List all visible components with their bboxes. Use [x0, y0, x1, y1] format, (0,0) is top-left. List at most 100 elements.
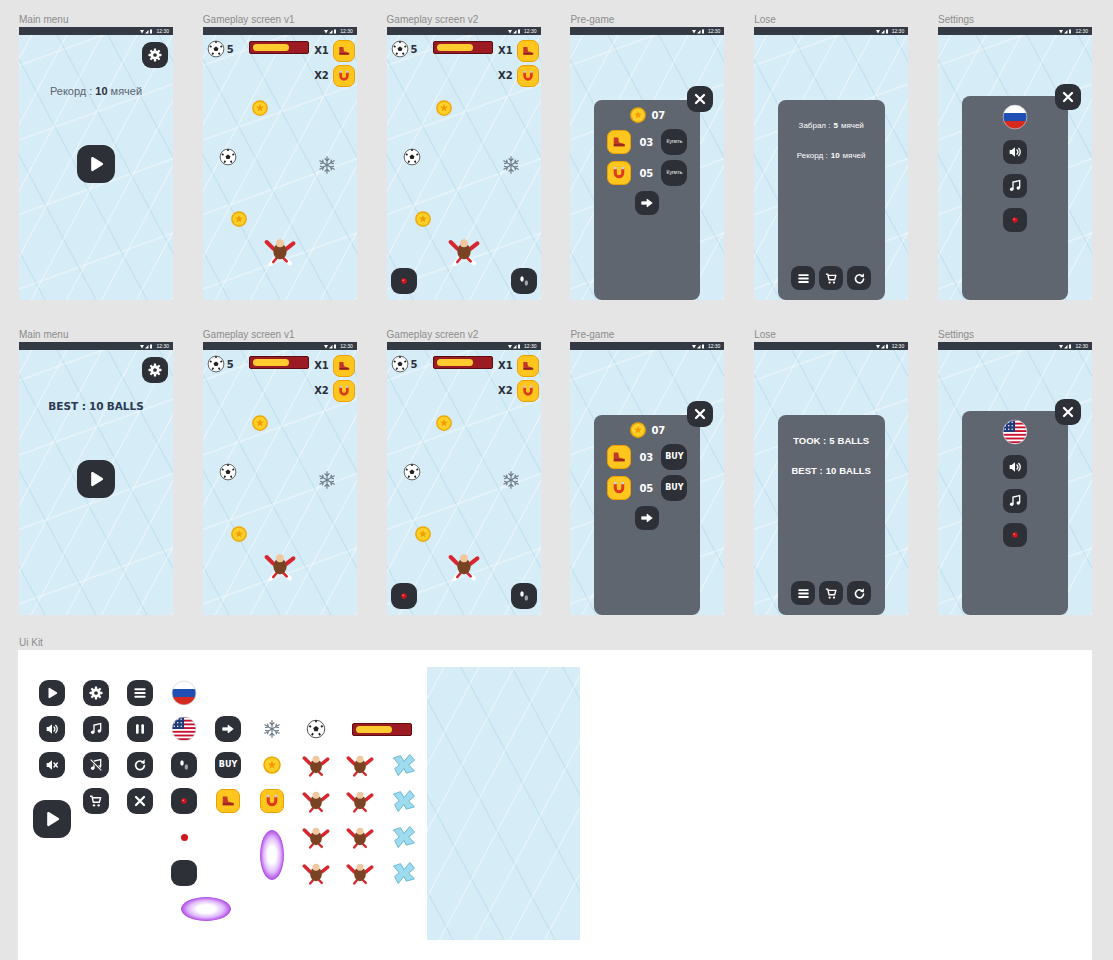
menu-button[interactable] [791, 266, 815, 290]
boost-row: 05BUY [607, 475, 687, 501]
control-button[interactable] [1003, 208, 1027, 232]
run-button[interactable] [511, 583, 537, 609]
kit-play-button[interactable] [39, 680, 65, 706]
multiplier-label: X1 [498, 360, 513, 372]
restart-button[interactable] [847, 581, 871, 605]
language-button[interactable] [1002, 419, 1028, 445]
kit-pause-button[interactable] [127, 716, 153, 742]
game-coin [414, 206, 432, 230]
kit-feet-button[interactable] [171, 752, 197, 778]
kit-cart-button[interactable] [83, 788, 109, 814]
close-button[interactable] [687, 86, 713, 112]
kick-button[interactable] [391, 583, 417, 609]
close-button[interactable] [1055, 399, 1081, 425]
play-button[interactable] [77, 145, 115, 183]
coin-count: 07 [651, 108, 665, 123]
player-icon [448, 234, 480, 266]
kit-sound-button[interactable] [39, 716, 65, 742]
ball-count: 5 [411, 42, 418, 57]
kit-label: Ui Kit [19, 636, 1113, 650]
status-time: 12:30 [892, 27, 905, 35]
multiplier-label: X1 [314, 45, 329, 57]
close-button[interactable] [1055, 84, 1081, 110]
music-button[interactable] [1003, 489, 1027, 513]
kit-menu-button[interactable] [127, 680, 153, 706]
phone-screen: 12:305X1X2 [203, 27, 357, 300]
menu-button[interactable] [791, 581, 815, 605]
settings-dialog [962, 411, 1068, 615]
coin-icon [435, 99, 453, 117]
music-button[interactable] [1003, 174, 1027, 198]
game-field[interactable]: 5X1X2 [203, 350, 357, 615]
multiplier-badge [333, 380, 355, 402]
boost-row: 05Купить [607, 160, 687, 186]
player-icon [264, 234, 296, 266]
screen-frame: Settings12:30 [938, 328, 1092, 615]
buy-button[interactable]: Купить [661, 129, 687, 155]
settings-button[interactable] [142, 42, 168, 68]
sound-button[interactable] [1003, 140, 1027, 164]
crystal-icon [390, 859, 418, 887]
phone-screen: 12:30 [938, 342, 1092, 615]
game-field[interactable]: 5X1X2 [387, 35, 541, 300]
signal-icon [1059, 344, 1073, 349]
game-ball [403, 144, 421, 168]
us-icon [171, 716, 197, 742]
boots-icon [610, 133, 628, 151]
kit-big-play-button[interactable] [33, 800, 71, 838]
kit-gear-button[interactable] [83, 680, 109, 706]
result-label: Рекорд : [797, 150, 828, 162]
status-time: 12:30 [340, 342, 353, 350]
game-field[interactable]: 5X1X2 [387, 350, 541, 615]
buy-button[interactable]: BUY [661, 444, 687, 470]
restart-button[interactable] [847, 266, 871, 290]
sound-button[interactable] [1003, 455, 1027, 479]
game-coin [251, 410, 269, 434]
multiplier-label: X2 [498, 385, 513, 397]
status-time: 12:30 [340, 27, 353, 35]
boost-count: 03 [639, 135, 653, 150]
play-button[interactable] [77, 460, 115, 498]
kick-button[interactable] [391, 268, 417, 294]
reddot-icon [1007, 527, 1023, 543]
kit-music-button[interactable] [83, 716, 109, 742]
buy-button[interactable]: BUY [661, 475, 687, 501]
pregame-dialog: 0703BUY05BUY [594, 415, 700, 615]
kit-arrow-button[interactable] [215, 716, 241, 742]
kit-close-button[interactable] [127, 788, 153, 814]
settings-button[interactable] [142, 357, 168, 383]
kit-buy-button[interactable]: BUY [215, 752, 241, 778]
result-unit: мячей [841, 120, 864, 132]
game-coin [414, 521, 432, 545]
kit-restart-button[interactable] [127, 752, 153, 778]
game-field[interactable]: 5X1X2 [203, 35, 357, 300]
kit-mute-button[interactable] [39, 752, 65, 778]
ball-icon [207, 40, 225, 58]
run-button[interactable] [511, 268, 537, 294]
music-icon [1007, 178, 1023, 194]
coin-icon [629, 106, 647, 124]
status-bar: 12:30 [754, 342, 908, 350]
player-icon [302, 823, 330, 851]
kit-boost-badge [260, 789, 284, 813]
magnet-icon [520, 383, 536, 399]
screen-label: Main menu [19, 328, 173, 342]
energy-bar [433, 41, 493, 54]
game-coin [435, 95, 453, 119]
coin-icon [230, 525, 248, 543]
shop-button[interactable] [819, 581, 843, 605]
close-button[interactable] [687, 401, 713, 427]
kit-reddot-button[interactable] [171, 788, 197, 814]
kit-musicoff-button[interactable] [83, 752, 109, 778]
shop-button[interactable] [819, 266, 843, 290]
buy-button[interactable]: Купить [661, 160, 687, 186]
red-dot [181, 834, 188, 841]
start-button[interactable] [635, 506, 659, 530]
status-time: 12:30 [524, 342, 537, 350]
language-button[interactable] [1002, 104, 1028, 130]
control-button[interactable] [1003, 523, 1027, 547]
screen-label: Main menu [19, 13, 173, 27]
coin-icon [629, 421, 647, 439]
ball-icon [306, 719, 326, 739]
start-button[interactable] [635, 191, 659, 215]
